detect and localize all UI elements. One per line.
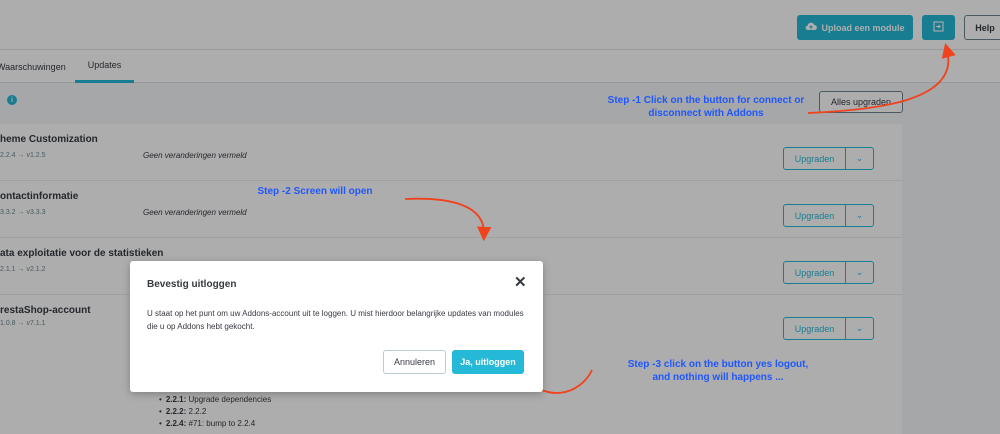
close-icon[interactable]: ✕ <box>514 275 527 290</box>
annotation-step2: Step -2 Screen will open <box>257 186 373 197</box>
confirm-logout-button[interactable]: Ja, uitloggen <box>452 350 524 374</box>
confirm-logout-dialog: Bevestig uitloggen ✕ U staat op het punt… <box>130 261 543 392</box>
dialog-title: Bevestig uitloggen <box>147 279 237 290</box>
dialog-message: U staat op het punt om uw Addons-account… <box>147 309 524 331</box>
annotation-step1: Step -1 Click on the button for connect … <box>607 95 805 119</box>
cancel-label: Annuleren <box>393 357 436 367</box>
annotation-step3: Step -3 click on the button yes logout, … <box>627 359 809 383</box>
cancel-button[interactable]: Annuleren <box>383 350 446 374</box>
confirm-logout-label: Ja, uitloggen <box>460 357 516 367</box>
